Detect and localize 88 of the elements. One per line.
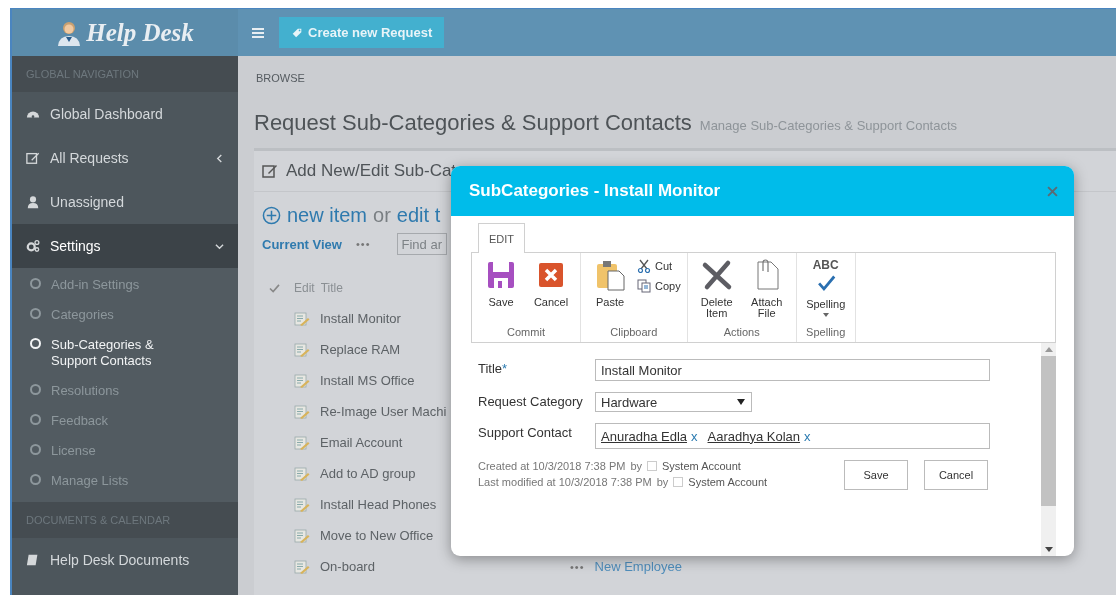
gears-icon [26,239,40,253]
nav-item[interactable]: All Requests [12,136,238,180]
edit-item-icon[interactable] [294,465,310,482]
presence-icon [673,477,684,487]
support-agent-icon [56,19,83,46]
page-subtitle: Manage Sub-Categories & Support Contacts [699,118,958,133]
edit-item-icon[interactable] [294,434,310,451]
by-text: by [656,476,669,488]
item-title: Re-Image User Machi [320,404,447,419]
save-button[interactable]: Save [844,460,908,490]
edit-item-icon[interactable] [294,372,310,389]
category-dropdown[interactable]: Hardware [595,392,752,412]
item-title: Email Account [320,435,403,450]
paste-button[interactable]: Paste [587,259,633,326]
edit-item-icon[interactable] [294,527,310,544]
new-item-link[interactable]: new item [287,204,368,227]
ribbon-group-label: Spelling [805,326,847,340]
current-view-tab[interactable]: Current View [262,236,342,252]
page-title: Request Sub-Categories & Support Contacts [254,110,692,136]
delete-item-button[interactable]: Delete Item [693,259,740,326]
item-title: Install Monitor [320,311,401,326]
edit-item-icon[interactable] [294,558,310,575]
item-title: Move to New Office [320,528,434,543]
nav-item[interactable]: Settings [12,224,238,268]
menu-icon[interactable] [252,27,264,38]
attach-file-button[interactable]: Attach File [743,259,790,326]
person-name[interactable]: Anuradha Edla [601,428,687,444]
cancel-button[interactable]: Cancel [924,460,988,490]
ribbon-group-label: Clipboard [609,326,659,340]
field-label: Support Contact [478,424,573,440]
dialog-title: SubCategories - Install Monitor [469,181,721,201]
breadcrumb: BROWSE [256,72,306,84]
item-title: On-board [320,559,375,574]
more-options[interactable]: ••• [570,560,585,573]
nav-subitem[interactable]: Sub-Categories & Support Contacts [12,330,238,376]
more-options[interactable]: ••• [355,238,371,250]
by-text: by [630,460,642,472]
ribbon-group-label: Actions [722,326,761,340]
check-icon [269,283,280,293]
search-field[interactable]: Find ar [396,233,447,255]
plus-circle-icon[interactable] [262,206,281,225]
nav-item[interactable]: Help Desk Documents [12,538,238,582]
edit-item-icon[interactable] [294,496,310,513]
people-picker-field[interactable]: Anuradha Edla x Aaradhya Kolan x [595,423,990,449]
edit-icon [262,163,278,179]
edit-item-icon[interactable] [294,310,310,327]
nav-item[interactable]: Unassigned [12,180,238,224]
app-title: Help Desk [86,18,194,47]
field-label: Request Category [478,393,584,409]
presence-icon [647,461,657,471]
scroll-up-icon[interactable] [1044,347,1053,352]
user-link[interactable]: System Account [688,476,768,488]
nav-item[interactable]: Global Dashboard [12,92,238,136]
clipboard-icon [594,259,626,291]
x-mark-icon [700,259,733,291]
person-name[interactable]: Aaradhya Kolan [707,428,801,444]
or-text: or [373,204,391,227]
item-title: Replace RAM [320,342,401,357]
copy-button[interactable]: Copy [637,279,681,293]
field-label: Title* [478,360,509,376]
edit-icon [26,151,40,165]
ribbon-tab[interactable]: EDIT [478,223,526,253]
title-field[interactable]: Install Monitor [595,359,990,381]
copy-icon [637,279,651,293]
item-title: Install MS Office [320,373,415,388]
scissors-icon [637,259,651,273]
edit-link[interactable]: edit t [396,204,441,227]
scrollbar[interactable] [1041,343,1056,556]
edit-item-icon[interactable] [294,403,310,420]
tag-icon [291,26,303,39]
edit-item-icon[interactable] [294,341,310,358]
cut-button[interactable]: Cut [637,259,681,273]
user-link[interactable]: System Account [662,460,741,472]
spelling-button[interactable]: ABC Spelling [802,259,849,326]
close-icon[interactable] [1047,185,1058,197]
remove-person-link[interactable]: x [804,428,811,444]
save-button[interactable]: Save [478,259,524,326]
item-title: Install Head Phones [320,497,437,512]
user-icon [26,195,40,209]
timestamp-text: Last modified at 10/3/2018 7:38 PM [478,476,652,488]
cancel-button[interactable]: Cancel [528,259,574,326]
remove-person-link[interactable]: x [691,428,698,444]
item-title: Add to AD group [320,466,416,481]
caret-icon [822,313,829,317]
caret-icon [737,399,745,405]
ribbon-group-label: Commit [506,326,546,340]
timestamp-text: Created at 10/3/2018 7:38 PM [478,460,626,472]
scroll-down-icon[interactable] [1044,547,1053,552]
